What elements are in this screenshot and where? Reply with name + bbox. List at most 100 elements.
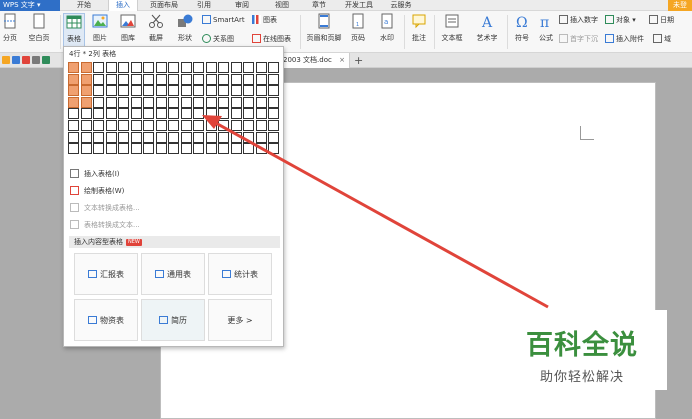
grid-cell[interactable] bbox=[93, 108, 104, 120]
grid-cell[interactable] bbox=[268, 73, 279, 85]
grid-cell[interactable] bbox=[130, 96, 142, 108]
grid-cell[interactable] bbox=[193, 131, 204, 143]
grid-cell[interactable] bbox=[155, 108, 167, 120]
chart-button[interactable]: 图表 bbox=[252, 14, 277, 26]
blank-page-button[interactable]: 空白页 bbox=[22, 13, 56, 51]
grid-cell[interactable] bbox=[118, 96, 129, 108]
comment-button[interactable]: 批注 bbox=[408, 13, 430, 51]
grid-cell[interactable] bbox=[180, 62, 192, 73]
grid-cell[interactable] bbox=[205, 96, 217, 108]
grid-cell[interactable] bbox=[268, 131, 279, 143]
document-tab[interactable]: 2003 文档.doc × bbox=[276, 53, 350, 68]
grid-cell[interactable] bbox=[243, 108, 254, 120]
grid-cell[interactable] bbox=[205, 131, 217, 143]
grid-cell[interactable] bbox=[205, 85, 217, 97]
grid-cell[interactable] bbox=[93, 73, 104, 85]
table-size-grid[interactable] bbox=[68, 62, 281, 155]
menu-tab-developer[interactable]: 开发工具 bbox=[341, 0, 377, 11]
grid-cell[interactable] bbox=[255, 73, 267, 85]
grid-cell[interactable] bbox=[130, 143, 142, 155]
smartart-button[interactable]: SmartArt bbox=[202, 14, 245, 26]
grid-cell[interactable] bbox=[218, 120, 229, 131]
grid-cell[interactable] bbox=[193, 120, 204, 131]
grid-cell[interactable] bbox=[105, 73, 117, 85]
grid-cell[interactable] bbox=[180, 96, 192, 108]
grid-cell[interactable] bbox=[143, 62, 154, 73]
more-templates-card[interactable]: 更多 > bbox=[208, 299, 272, 341]
grid-cell[interactable] bbox=[230, 85, 242, 97]
grid-cell[interactable] bbox=[68, 96, 79, 108]
grid-cell[interactable] bbox=[93, 85, 104, 97]
grid-cell[interactable] bbox=[68, 85, 79, 97]
grid-cell[interactable] bbox=[180, 143, 192, 155]
grid-cell[interactable] bbox=[80, 96, 92, 108]
grid-cell[interactable] bbox=[68, 131, 79, 143]
grid-cell[interactable] bbox=[168, 73, 179, 85]
grid-cell[interactable] bbox=[143, 85, 154, 97]
grid-cell[interactable] bbox=[93, 96, 104, 108]
grid-cell[interactable] bbox=[143, 96, 154, 108]
grid-cell[interactable] bbox=[168, 62, 179, 73]
grid-cell[interactable] bbox=[205, 73, 217, 85]
menu-tab-view[interactable]: 视图 bbox=[269, 0, 295, 11]
grid-cell[interactable] bbox=[155, 73, 167, 85]
date-button[interactable]: 日期 bbox=[649, 14, 674, 26]
grid-cell[interactable] bbox=[68, 143, 79, 155]
grid-cell[interactable] bbox=[255, 85, 267, 97]
formula-button[interactable]: π 公式 bbox=[536, 13, 556, 51]
preview-icon[interactable] bbox=[42, 56, 50, 64]
grid-cell[interactable] bbox=[255, 108, 267, 120]
grid-cell[interactable] bbox=[218, 62, 229, 73]
grid-cell[interactable] bbox=[218, 143, 229, 155]
login-button[interactable]: 未登 bbox=[668, 0, 692, 11]
grid-cell[interactable] bbox=[180, 120, 192, 131]
field-button[interactable]: 域 bbox=[653, 33, 671, 45]
object-button[interactable]: 对象 ▾ bbox=[605, 14, 636, 26]
new-tab-button[interactable]: + bbox=[354, 53, 363, 68]
grid-cell[interactable] bbox=[105, 131, 117, 143]
relation-chart-button[interactable]: 关系图 bbox=[202, 33, 234, 45]
grid-cell[interactable] bbox=[218, 96, 229, 108]
menu-tab-home[interactable]: 开始 bbox=[70, 0, 98, 11]
grid-cell[interactable] bbox=[255, 96, 267, 108]
grid-cell[interactable] bbox=[255, 120, 267, 131]
grid-cell[interactable] bbox=[243, 131, 254, 143]
grid-cell[interactable] bbox=[180, 131, 192, 143]
grid-cell[interactable] bbox=[130, 108, 142, 120]
grid-cell[interactable] bbox=[93, 131, 104, 143]
page-number-button[interactable]: 1 页码 bbox=[346, 13, 370, 51]
grid-cell[interactable] bbox=[155, 96, 167, 108]
grid-cell[interactable] bbox=[205, 143, 217, 155]
grid-cell[interactable] bbox=[143, 73, 154, 85]
attachment-button[interactable]: 插入附件 bbox=[605, 33, 644, 45]
grid-cell[interactable] bbox=[180, 85, 192, 97]
page-break-button[interactable]: 分页 bbox=[0, 13, 20, 51]
grid-cell[interactable] bbox=[105, 108, 117, 120]
grid-cell[interactable] bbox=[130, 85, 142, 97]
menu-tab-insert[interactable]: 插入 bbox=[108, 0, 138, 11]
grid-cell[interactable] bbox=[68, 73, 79, 85]
grid-cell[interactable] bbox=[255, 62, 267, 73]
grid-cell[interactable] bbox=[193, 143, 204, 155]
grid-cell[interactable] bbox=[180, 108, 192, 120]
grid-cell[interactable] bbox=[218, 108, 229, 120]
grid-cell[interactable] bbox=[218, 131, 229, 143]
watermark-button[interactable]: a 水印 bbox=[374, 13, 400, 51]
grid-cell[interactable] bbox=[243, 143, 254, 155]
grid-cell[interactable] bbox=[105, 120, 117, 131]
grid-cell[interactable] bbox=[205, 108, 217, 120]
grid-cell[interactable] bbox=[168, 131, 179, 143]
grid-cell[interactable] bbox=[168, 143, 179, 155]
grid-cell[interactable] bbox=[168, 85, 179, 97]
grid-cell[interactable] bbox=[168, 120, 179, 131]
grid-cell[interactable] bbox=[143, 120, 154, 131]
close-tab-icon[interactable]: × bbox=[339, 53, 345, 68]
grid-cell[interactable] bbox=[105, 85, 117, 97]
grid-cell[interactable] bbox=[205, 120, 217, 131]
header-footer-button[interactable]: 页眉和页脚 bbox=[304, 13, 344, 51]
grid-cell[interactable] bbox=[155, 62, 167, 73]
grid-cell[interactable] bbox=[118, 62, 129, 73]
report-table-card[interactable]: 汇报表 bbox=[74, 253, 138, 295]
resume-card[interactable]: 简历 bbox=[141, 299, 205, 341]
draw-table-item[interactable]: 绘制表格(W) bbox=[70, 184, 124, 198]
